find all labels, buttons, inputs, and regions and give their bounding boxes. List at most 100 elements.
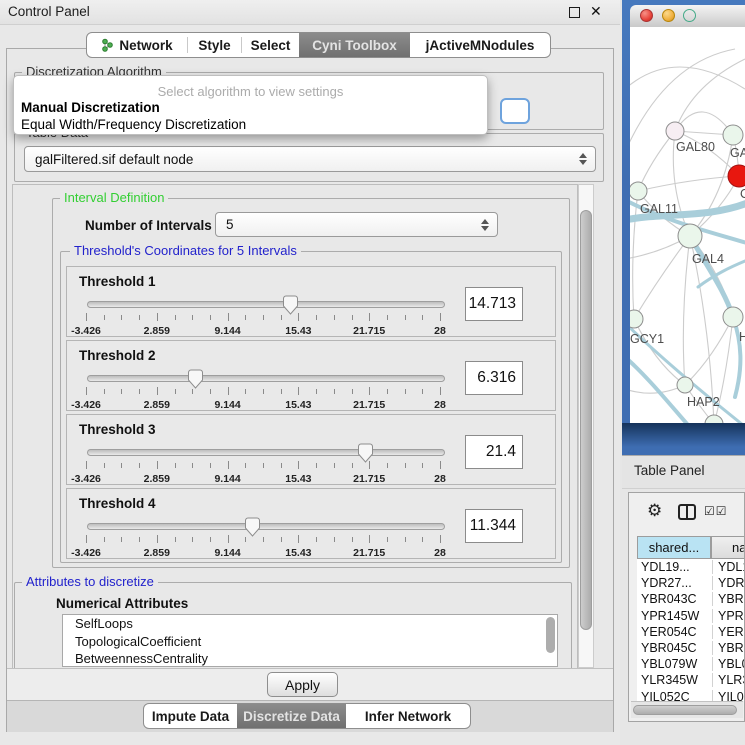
threshold-slider[interactable]: -3.4262.8599.14415.4321.71528 [83,443,449,485]
combo-stepper-icon [481,219,489,231]
number-of-intervals-label: Number of Intervals [85,218,212,233]
slider-tick [157,535,158,543]
number-of-intervals-combo[interactable]: 5 [215,212,498,237]
slider-tick [121,463,122,468]
network-node-ga[interactable] [723,125,743,145]
table-row[interactable]: YLR345WYLR3 [637,672,745,688]
slider-track[interactable] [87,375,445,382]
control-panel-tabs: NetworkStyleSelectCyni Toolbox jActiveMNo… [86,32,551,58]
slider-thumb[interactable] [357,443,374,463]
table-column-header[interactable]: na [711,536,745,559]
slider-tick [175,389,176,394]
threshold-value-field[interactable]: 6.316 [465,361,523,395]
float-window-icon[interactable] [569,7,580,18]
horizontal-scrollbar-thumb[interactable] [633,705,737,715]
close-traffic-light-icon[interactable] [640,9,653,22]
threshold-value-field[interactable]: 11.344 [465,509,523,543]
slider-thumb[interactable] [282,295,299,315]
close-icon[interactable]: ✕ [590,3,602,20]
slider-thumb[interactable] [244,517,261,537]
network-node-gal80[interactable] [666,122,684,140]
bottom-tab-discretize-data[interactable]: Discretize Data [237,704,346,728]
thresholds-group-title: Threshold's Coordinates for 5 Intervals [70,244,301,258]
threshold-label: Threshold 1 [79,274,156,289]
list-item[interactable]: TopologicalCoefficient [63,633,557,651]
threshold-slider[interactable]: -3.4262.8599.14415.4321.71528 [83,369,449,411]
slider-tick [316,389,317,394]
table-body: YDL19...YDL1YDR27...YDR2YBR043CYBR0YPR14… [637,559,745,701]
table-row[interactable]: YBR045CYBR0 [637,640,745,656]
slider-scale-label: 15.43 [268,399,328,411]
threshold-slider[interactable]: -3.4262.8599.14415.4321.71528 [83,517,449,559]
number-of-intervals-value: 5 [226,217,234,232]
table-row[interactable]: YER054CYER0 [637,624,745,640]
slider-tick [263,463,264,468]
slider-scale-label: 2.859 [127,325,187,337]
network-canvas[interactable]: GAL80GACGAL11GAL4GCY1HHAP2 [630,27,745,423]
algorithm-combo-focus-fragment[interactable] [500,98,530,124]
columns-icon[interactable] [678,504,696,525]
network-node-gal4[interactable] [678,224,702,248]
slider-track[interactable] [87,301,445,308]
table-row[interactable]: YPR145WYPR1 [637,608,745,624]
threshold-panel-4: Threshold 4 -3.4262.8599.14415.4321.7152… [66,488,556,559]
checkbox-toggle-icons[interactable]: ☑☑ [704,504,728,518]
threshold-slider[interactable]: -3.4262.8599.14415.4321.71528 [83,295,449,337]
slider-tick [104,315,105,320]
apply-button[interactable]: Apply [267,672,338,697]
list-item[interactable]: SelfLoops [63,615,557,633]
network-node-label: GAL80 [676,140,715,154]
slider-tick [387,315,388,320]
minimize-traffic-light-icon[interactable] [662,9,675,22]
slider-tick [157,313,158,321]
bottom-tab-impute-data[interactable]: Impute Data [144,704,237,728]
network-icon [101,38,114,52]
table-row[interactable]: YBR043CYBR0 [637,591,745,607]
numerical-attributes-list[interactable]: SelfLoopsTopologicalCoefficientBetweenne… [62,614,558,667]
network-node-hap2[interactable] [677,377,693,393]
threshold-value-field[interactable]: 21.4 [465,435,523,469]
slider-tick [192,389,193,394]
network-node-h[interactable] [723,307,743,327]
vertical-scrollbar-thumb[interactable] [580,210,592,630]
algorithm-option-equal-width[interactable]: Equal Width/Frequency Discretization [21,117,246,132]
tab-label: jActiveMNodules [426,38,535,53]
slider-tick [422,389,423,394]
slider-thumb[interactable] [187,369,204,389]
bottom-tab-infer-network[interactable]: Infer Network [346,704,470,728]
tab-jactivemnodules[interactable]: jActiveMNodules [410,33,550,57]
table-column-header[interactable]: shared... [637,536,711,559]
slider-track[interactable] [87,449,445,456]
network-node-label: GCY1 [630,332,664,346]
slider-scale-label: -3.426 [56,325,116,337]
slider-scale-label: 21.715 [339,399,399,411]
slider-tick [139,315,140,320]
slider-tick [405,315,406,320]
threshold-value-field[interactable]: 14.713 [465,287,523,321]
slider-track[interactable] [87,523,445,530]
slider-tick [228,461,229,469]
list-scrollbar-thumb[interactable] [546,617,555,653]
network-node-gcy1[interactable] [630,310,643,328]
horizontal-scrollbar[interactable] [631,701,743,718]
table-row[interactable]: YDR27...YDR2 [637,575,745,591]
slider-tick [298,387,299,395]
network-node-gal11[interactable] [630,182,647,200]
slider-tick [139,463,140,468]
algorithm-option-manual[interactable]: Manual Discretization [21,100,160,115]
tab-cyni-toolbox[interactable]: Cyni Toolbox [299,33,410,57]
slider-tick [245,537,246,542]
list-item[interactable]: BetweennessCentrality [63,650,557,667]
tab-select[interactable]: Select [242,33,299,57]
table-row[interactable]: YDL19...YDL1 [637,559,745,575]
tab-network[interactable]: Network [87,33,187,57]
bottom-tabs: Impute DataDiscretize DataInfer Network [143,703,471,729]
network-node-c[interactable] [728,165,745,187]
gear-icon[interactable]: ⚙ [647,501,662,521]
tab-style[interactable]: Style [188,33,241,57]
table-data-combo[interactable]: galFiltered.sif default node [24,146,596,172]
zoom-traffic-light-icon[interactable] [683,9,696,22]
slider-scale-label: 21.715 [339,473,399,485]
slider-scale-label: 9.144 [198,473,258,485]
table-row[interactable]: YBL079WYBL0 [637,656,745,672]
